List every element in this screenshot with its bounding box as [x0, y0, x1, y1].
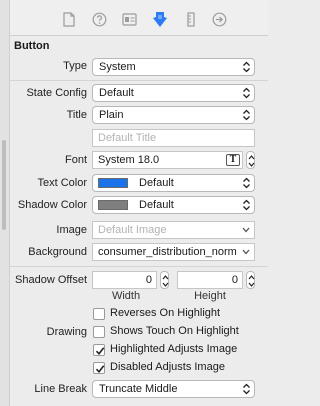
popup-arrows-icon: [243, 87, 250, 99]
identity-inspector-icon[interactable]: [120, 10, 138, 28]
highlighted-adjusts-image-checkbox[interactable]: [93, 344, 105, 356]
chevron-down-icon[interactable]: [242, 249, 250, 255]
image-label: Image: [56, 224, 87, 236]
shadow-offset-height-field[interactable]: 0: [177, 271, 243, 289]
checkmark-icon: [95, 365, 105, 374]
image-placeholder: Default Image: [98, 224, 167, 236]
scroll-knob[interactable]: [2, 140, 6, 230]
title-label: Title: [66, 109, 87, 121]
image-field[interactable]: Default Image: [92, 221, 255, 239]
background-field[interactable]: consumer_distribution_norm: [92, 243, 255, 261]
left-scroll-strip: [0, 0, 10, 406]
quick-help-icon[interactable]: [90, 10, 108, 28]
shadow-color-label: Shadow Color: [17, 199, 87, 211]
type-popup[interactable]: System: [92, 58, 255, 76]
section-title: Button: [14, 40, 50, 52]
chevron-down-icon[interactable]: [242, 227, 250, 233]
disabled-adjusts-image-label: Disabled Adjusts Image: [110, 361, 225, 373]
text-color-label: Text Color: [37, 177, 87, 189]
font-picker-icon[interactable]: T: [226, 154, 240, 166]
title-placeholder: Default Title: [98, 132, 157, 144]
drawing-label: Drawing: [46, 326, 87, 338]
connections-inspector-icon[interactable]: [210, 10, 228, 28]
shadow-offset-height-value: 0: [231, 274, 238, 286]
divider: [10, 266, 268, 267]
shadow-offset-label: Shadow Offset: [15, 274, 87, 286]
attributes-inspector-icon[interactable]: [151, 10, 169, 28]
stepper-arrows-icon: [162, 275, 169, 287]
shadow-offset-width-stepper[interactable]: [160, 271, 169, 289]
popup-arrows-icon: [243, 199, 250, 211]
background-label: Background: [28, 246, 87, 258]
shadow-offset-width-value: 0: [145, 274, 152, 286]
shadow-color-popup[interactable]: Default: [92, 196, 255, 214]
shadow-color-swatch: [98, 200, 128, 210]
divider: [10, 80, 268, 81]
type-label: Type: [63, 60, 87, 72]
stepper-arrows-icon: [248, 155, 255, 167]
reverses-on-highlight-label: Reverses On Highlight: [110, 307, 221, 319]
line-break-popup[interactable]: Truncate Middle: [92, 380, 255, 398]
title-text-field[interactable]: Default Title: [92, 129, 255, 147]
font-label: Font: [64, 154, 87, 166]
state-config-label: State Config: [26, 87, 87, 99]
height-label: Height: [194, 290, 226, 302]
type-value: System: [99, 61, 136, 73]
title-type-value: Plain: [99, 109, 124, 121]
width-label: Width: [111, 290, 141, 302]
stepper-arrows-icon: [248, 275, 255, 287]
shadow-offset-width-field[interactable]: 0: [92, 271, 157, 289]
title-type-popup[interactable]: Plain: [92, 106, 255, 124]
popup-arrows-icon: [243, 109, 250, 121]
text-color-value: Default: [139, 177, 174, 189]
text-color-swatch: [98, 178, 128, 188]
line-break-value: Truncate Middle: [99, 383, 178, 395]
highlighted-adjusts-image-label: Highlighted Adjusts Image: [110, 343, 238, 355]
reverses-on-highlight-checkbox[interactable]: [93, 308, 105, 320]
inspector-tab-bar: [10, 0, 268, 36]
state-config-value: Default: [99, 87, 134, 99]
line-break-label: Line Break: [34, 383, 87, 395]
font-size-stepper[interactable]: [246, 151, 255, 169]
shadow-color-value: Default: [139, 199, 174, 211]
shadow-offset-height-stepper[interactable]: [246, 271, 255, 289]
popup-arrows-icon: [243, 177, 250, 189]
shows-touch-on-highlight-label: Shows Touch On Highlight: [110, 325, 239, 337]
size-inspector-icon[interactable]: [182, 10, 200, 28]
popup-arrows-icon: [243, 61, 250, 73]
disabled-adjusts-image-checkbox[interactable]: [93, 362, 105, 374]
background-value: consumer_distribution_norm: [98, 246, 237, 258]
checkmark-icon: [95, 347, 105, 356]
shows-touch-on-highlight-checkbox[interactable]: [93, 326, 105, 338]
state-config-popup[interactable]: Default: [92, 84, 255, 102]
file-inspector-icon[interactable]: [60, 10, 78, 28]
popup-arrows-icon: [243, 383, 250, 395]
text-color-popup[interactable]: Default: [92, 174, 255, 192]
font-value: System 18.0: [98, 154, 160, 166]
font-field[interactable]: System 18.0 T: [92, 151, 243, 169]
